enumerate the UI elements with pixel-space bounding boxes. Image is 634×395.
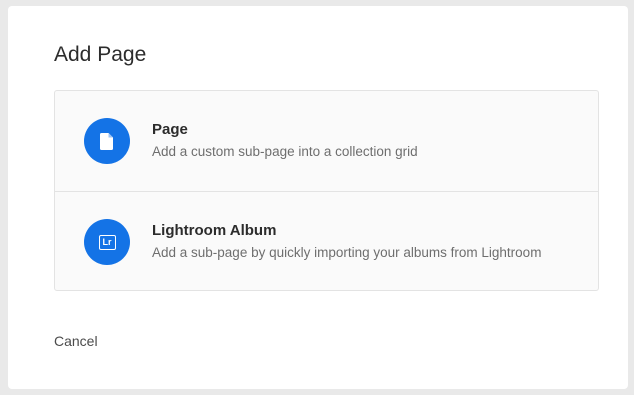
option-page[interactable]: Page Add a custom sub-page into a collec… [55,91,598,191]
lightroom-icon: Lr [98,234,116,250]
dialog-title: Add Page [54,43,147,66]
option-page-title: Page [152,121,188,138]
option-page-text: Page Add a custom sub-page into a collec… [152,120,418,161]
document-icon [100,132,113,150]
option-lightroom-title: Lightroom Album [152,222,277,239]
add-page-dialog: Add Page Page Add a custom sub-page into… [8,6,628,389]
option-lightroom-album[interactable]: Lr Lightroom Album Add a sub-page by qui… [55,191,598,290]
option-lightroom-text: Lightroom Album Add a sub-page by quickl… [152,221,541,262]
option-lightroom-description: Add a sub-page by quickly importing your… [152,245,542,260]
page-type-options: Page Add a custom sub-page into a collec… [54,90,599,291]
option-page-description: Add a custom sub-page into a collection … [152,144,418,159]
page-icon-circle [84,118,130,164]
lightroom-icon-circle: Lr [84,219,130,265]
cancel-button[interactable]: Cancel [54,333,98,349]
